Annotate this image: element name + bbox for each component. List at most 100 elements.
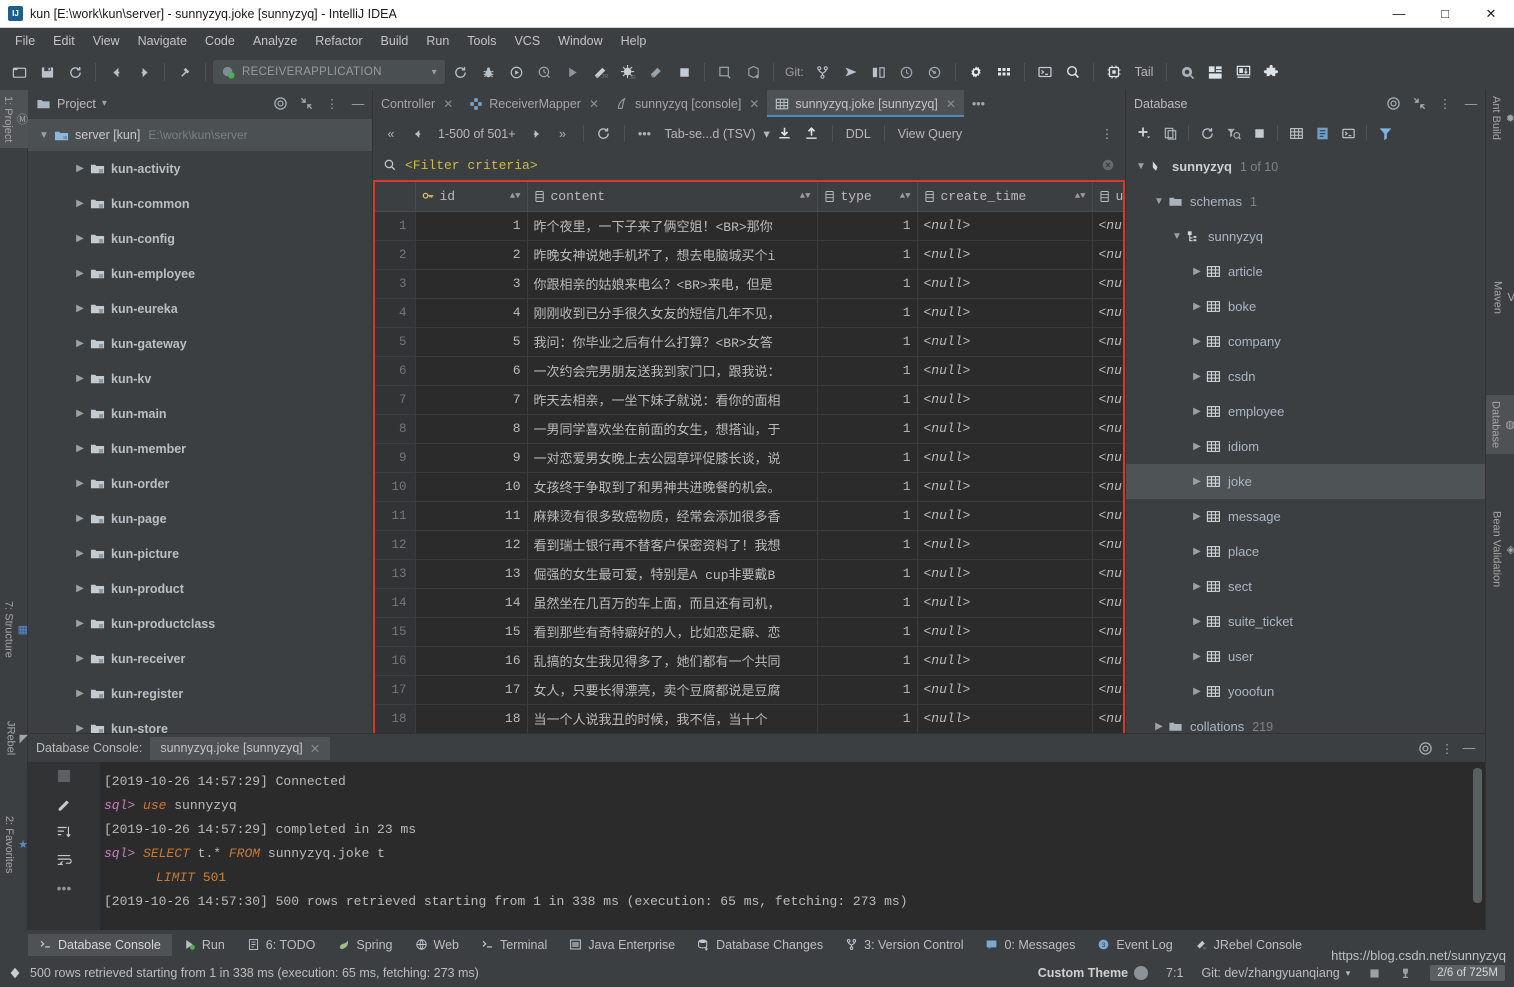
forward-arrow-icon[interactable] [131, 59, 157, 85]
cell-id[interactable]: 11 [415, 501, 528, 531]
chevron-down-icon[interactable]: ▼ [1168, 231, 1186, 242]
open-folder-icon[interactable] [6, 59, 32, 85]
menu-edit[interactable]: Edit [44, 31, 84, 51]
db-node-table[interactable]: ▶ idiom [1126, 429, 1485, 464]
hide-panel-icon[interactable]: — [348, 94, 368, 114]
chevron-right-icon[interactable]: ▶ [72, 233, 88, 244]
chevron-right-icon[interactable]: ▶ [72, 163, 88, 174]
tool-window-button-run[interactable]: Run [172, 934, 236, 956]
tree-node-module[interactable]: ▶ kun-product [28, 571, 372, 606]
theme-indicator[interactable]: Custom Theme [1029, 966, 1157, 980]
chevron-right-icon[interactable]: ▶ [1188, 406, 1206, 417]
layout-blocks-icon[interactable] [1202, 59, 1228, 85]
chevron-right-icon[interactable]: ▶ [1188, 301, 1206, 312]
column-header-up[interactable]: up [1092, 182, 1123, 212]
collapse-all-icon[interactable] [296, 94, 316, 114]
first-page-icon[interactable]: « [379, 122, 403, 146]
add-datasource-icon[interactable] [1132, 121, 1156, 145]
cell-type[interactable]: 1 [817, 472, 918, 502]
maximize-button[interactable]: □ [1422, 0, 1468, 28]
cell-create-time[interactable]: <null> [917, 501, 1093, 531]
sort-marker-icon[interactable]: ▲▼ [510, 191, 521, 201]
sync-icon[interactable] [62, 59, 88, 85]
tail-label[interactable]: Tail [1129, 65, 1160, 79]
tool-window-button-java-enterprise[interactable]: Java Enterprise [558, 934, 686, 956]
copy-datasource-icon[interactable] [1158, 121, 1182, 145]
cell-create-time[interactable]: <null> [917, 327, 1093, 357]
chevron-right-icon[interactable]: ▶ [72, 583, 88, 594]
cell-up[interactable]: <null [1092, 617, 1123, 647]
filter-criteria-input[interactable]: <Filter criteria> [405, 158, 1093, 173]
column-header-type[interactable]: type ▲▼ [817, 182, 918, 212]
cell-type[interactable]: 1 [817, 646, 918, 676]
db-node-connection[interactable]: ▼ sunnyzyq 1 of 10 [1126, 149, 1485, 184]
cell-content[interactable]: 倔强的女生最可爱，特别是A cup非要戴B [527, 559, 818, 589]
more-options-icon[interactable]: ••• [633, 122, 657, 146]
cell-content[interactable]: 昨个夜里，一下子来了俩空姐！<BR>那你 [527, 211, 818, 241]
sidebar-tab-structure[interactable]: ▦ 7: Structure [0, 595, 28, 664]
settings-gear-icon[interactable] [963, 59, 989, 85]
cell-up[interactable]: <null [1092, 704, 1123, 734]
cell-create-time[interactable]: <null> [917, 298, 1093, 328]
table-row[interactable]: 1616乱搞的女生我见得多了，她们都有一个共同1<null><null [375, 646, 1123, 676]
cell-create-time[interactable]: <null> [917, 385, 1093, 415]
cell-content[interactable]: 当一个人说我丑的时候，我不信，当十个 [527, 704, 818, 734]
table-row[interactable]: 1111麻辣烫有很多致癌物质，经常会添加很多香1<null><null [375, 501, 1123, 531]
refresh-icon[interactable] [1195, 121, 1219, 145]
git-push-icon[interactable] [838, 59, 864, 85]
jrebel-debug-icon[interactable]: JR [615, 59, 641, 85]
editor-tab-console[interactable]: sunnyzyq [console] ✕ [607, 90, 767, 117]
chevron-right-icon[interactable]: ▶ [72, 513, 88, 524]
panel-options-icon[interactable]: ⋮ [1435, 94, 1455, 114]
cell-type[interactable]: 1 [817, 675, 918, 705]
editor-tab-receivermapper[interactable]: ReceiverMapper ✕ [461, 90, 607, 117]
sidebar-tab-ant-build[interactable]: ✹ Ant Build [1486, 90, 1514, 146]
menu-navigate[interactable]: Navigate [129, 31, 196, 51]
chevron-right-icon[interactable]: ▶ [72, 303, 88, 314]
cell-id[interactable]: 17 [415, 675, 528, 705]
close-icon[interactable]: ✕ [589, 97, 599, 111]
menu-file[interactable]: File [6, 31, 44, 51]
cell-up[interactable]: <null [1092, 501, 1123, 531]
cell-id[interactable]: 5 [415, 327, 528, 357]
cell-up[interactable]: <null [1092, 269, 1123, 299]
cell-content[interactable]: 昨晚女神说她手机坏了，想去电脑城买个i [527, 240, 818, 270]
table-row[interactable]: 11昨个夜里，一下子来了俩空姐！<BR>那你1<null><null [375, 211, 1123, 241]
tree-node-module[interactable]: ▶ kun-page [28, 501, 372, 536]
tool-window-button-0-messages[interactable]: 0: Messages [974, 934, 1086, 956]
cell-id[interactable]: 6 [415, 356, 528, 386]
db-node-schemas[interactable]: ▼ schemas 1 [1126, 184, 1485, 219]
cell-content[interactable]: 乱搞的女生我见得多了，她们都有一个共同 [527, 646, 818, 676]
chevron-right-icon[interactable]: ▶ [1188, 476, 1206, 487]
cell-id[interactable]: 8 [415, 414, 528, 444]
cell-content[interactable]: 你跟相亲的姑娘来电么？<BR>来电，但是 [527, 269, 818, 299]
close-icon[interactable]: ✕ [443, 97, 453, 111]
cell-type[interactable]: 1 [817, 588, 918, 618]
cell-create-time[interactable]: <null> [917, 675, 1093, 705]
tree-node-module[interactable]: ▶ kun-config [28, 221, 372, 256]
locate-target-icon[interactable] [270, 94, 290, 114]
tree-node-module[interactable]: ▶ kun-eureka [28, 291, 372, 326]
cell-content[interactable]: 女人，只要长得漂亮，卖个豆腐都说是豆腐 [527, 675, 818, 705]
cell-create-time[interactable]: <null> [917, 414, 1093, 444]
cell-up[interactable]: <null [1092, 443, 1123, 473]
debug-bug-icon[interactable] [475, 59, 501, 85]
editor-tabs-overflow[interactable]: ••• [964, 90, 993, 117]
tree-node-module[interactable]: ▶ kun-kv [28, 361, 372, 396]
db-node-table[interactable]: ▶ suite_ticket [1126, 604, 1485, 639]
chevron-right-icon[interactable]: ▶ [1188, 371, 1206, 382]
cell-content[interactable]: 刚刚收到已分手很久女友的短信几年不见， [527, 298, 818, 328]
column-header-id[interactable]: id ▲▼ [415, 182, 528, 212]
cell-type[interactable]: 1 [817, 269, 918, 299]
cell-type[interactable]: 1 [817, 211, 918, 241]
table-row[interactable]: 1414虽然坐在几百万的车上面，而且还有司机，1<null><null [375, 588, 1123, 618]
next-page-icon[interactable] [524, 122, 548, 146]
locate-target-icon[interactable] [1415, 738, 1435, 758]
cell-content[interactable]: 女孩终于争取到了和男神共进晚餐的机会。 [527, 472, 818, 502]
tree-node-module[interactable]: ▶ kun-register [28, 676, 372, 711]
cell-up[interactable]: <null [1092, 385, 1123, 415]
magnify-plus-icon[interactable] [1174, 59, 1200, 85]
cell-create-time[interactable]: <null> [917, 588, 1093, 618]
tree-node-module[interactable]: ▶ kun-gateway [28, 326, 372, 361]
cell-id[interactable]: 2 [415, 240, 528, 270]
